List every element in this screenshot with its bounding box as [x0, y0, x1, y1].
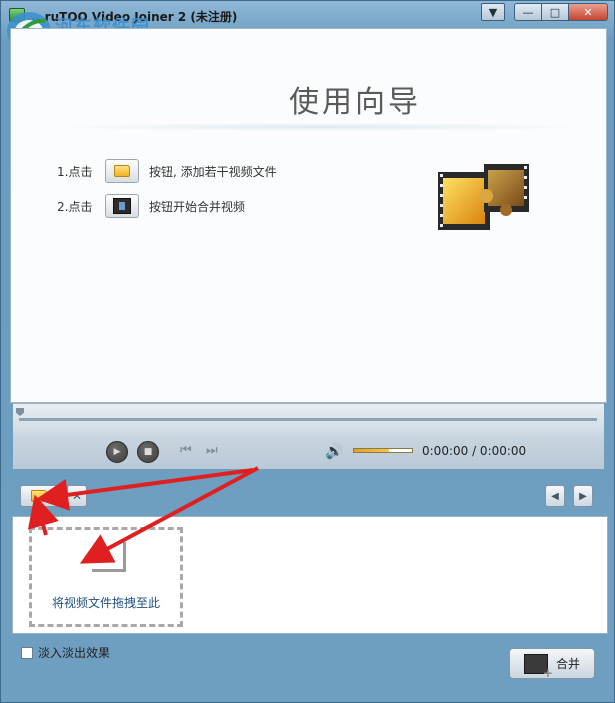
skip-next-icon[interactable]: ⏭ — [206, 443, 218, 458]
fade-checkbox[interactable] — [21, 646, 33, 659]
seek-thumb[interactable] — [16, 408, 24, 416]
drop-file-icon — [92, 542, 126, 572]
remove-file-button[interactable]: ✕ — [67, 485, 87, 507]
seek-track[interactable] — [19, 418, 597, 421]
dropzone[interactable]: 将视频文件拖拽至此 — [29, 527, 183, 627]
file-list[interactable]: 将视频文件拖拽至此 — [12, 516, 608, 634]
add-files-button[interactable] — [20, 485, 58, 507]
player-controls: ▶ ■ ⏮ ⏭ 🔊 0:00:00 / 0:00:00 — [13, 433, 604, 469]
merge-guide-button[interactable] — [105, 194, 139, 218]
arrow-left-icon: ◀ — [551, 490, 559, 502]
film-merge-icon — [523, 653, 553, 680]
puzzle-film-icon — [438, 164, 529, 230]
title-bar[interactable]: ...ruTOO Video Joiner 2 (未注册) ▼ — □ ✕ — [1, 1, 614, 29]
window-controls: ▼ — □ ✕ — [481, 3, 608, 21]
seek-bar[interactable] — [13, 403, 604, 433]
volume-slider[interactable] — [353, 448, 413, 453]
guide-step-1: 1.点击 按钮, 添加若干视频文件 — [57, 158, 277, 184]
app-icon — [9, 8, 25, 22]
file-list-toolbar: ✕ ◀ ▶ — [12, 477, 606, 513]
maximize-icon[interactable]: □ — [541, 3, 569, 21]
merge-label: 合并 — [555, 657, 580, 671]
preview-panel: 使用向导 1.点击 按钮, 添加若干视频文件 2.点击 按钮开始合并视频 — [10, 28, 607, 403]
minimize-icon[interactable]: — — [514, 3, 542, 21]
stop-icon[interactable]: ■ — [137, 441, 159, 463]
play-icon[interactable]: ▶ — [106, 441, 128, 463]
add-files-guide-button[interactable] — [105, 159, 139, 183]
close-icon: ✕ — [71, 489, 83, 503]
skip-previous-icon[interactable]: ⏮ — [180, 443, 192, 458]
move-right-button[interactable]: ▶ — [573, 485, 593, 507]
divider — [51, 123, 591, 131]
step-1-prefix: 1.点击 — [57, 164, 93, 179]
step-2-prefix: 2.点击 — [57, 199, 93, 214]
merge-button[interactable]: 合并 — [509, 648, 595, 680]
guide-title: 使用向导 — [289, 85, 421, 120]
volume-icon[interactable]: 🔊 — [325, 442, 344, 460]
folder-icon — [114, 165, 130, 177]
arrow-right-icon: ▶ — [579, 490, 587, 502]
step-2-text: 按钮开始合并视频 — [149, 199, 246, 214]
fade-label: 淡入淡出效果 — [38, 646, 111, 660]
dropzone-text: 将视频文件拖拽至此 — [51, 596, 160, 610]
close-icon[interactable]: ✕ — [568, 3, 608, 21]
window-title: ...ruTOO Video Joiner 2 (未注册) — [31, 10, 238, 24]
film-merge-icon — [113, 198, 131, 214]
step-1-text: 按钮, 添加若干视频文件 — [149, 164, 277, 179]
fade-option[interactable]: 淡入淡出效果 — [21, 644, 110, 661]
folder-icon — [31, 490, 47, 502]
guide-step-2: 2.点击 按钮开始合并视频 — [57, 193, 245, 219]
time-display: 0:00:00 / 0:00:00 — [422, 444, 527, 458]
move-left-button[interactable]: ◀ — [545, 485, 565, 507]
chevron-down-icon[interactable]: ▼ — [481, 3, 505, 21]
app-window: ...ruTOO Video Joiner 2 (未注册) ▼ — □ ✕ 河东… — [0, 0, 615, 703]
